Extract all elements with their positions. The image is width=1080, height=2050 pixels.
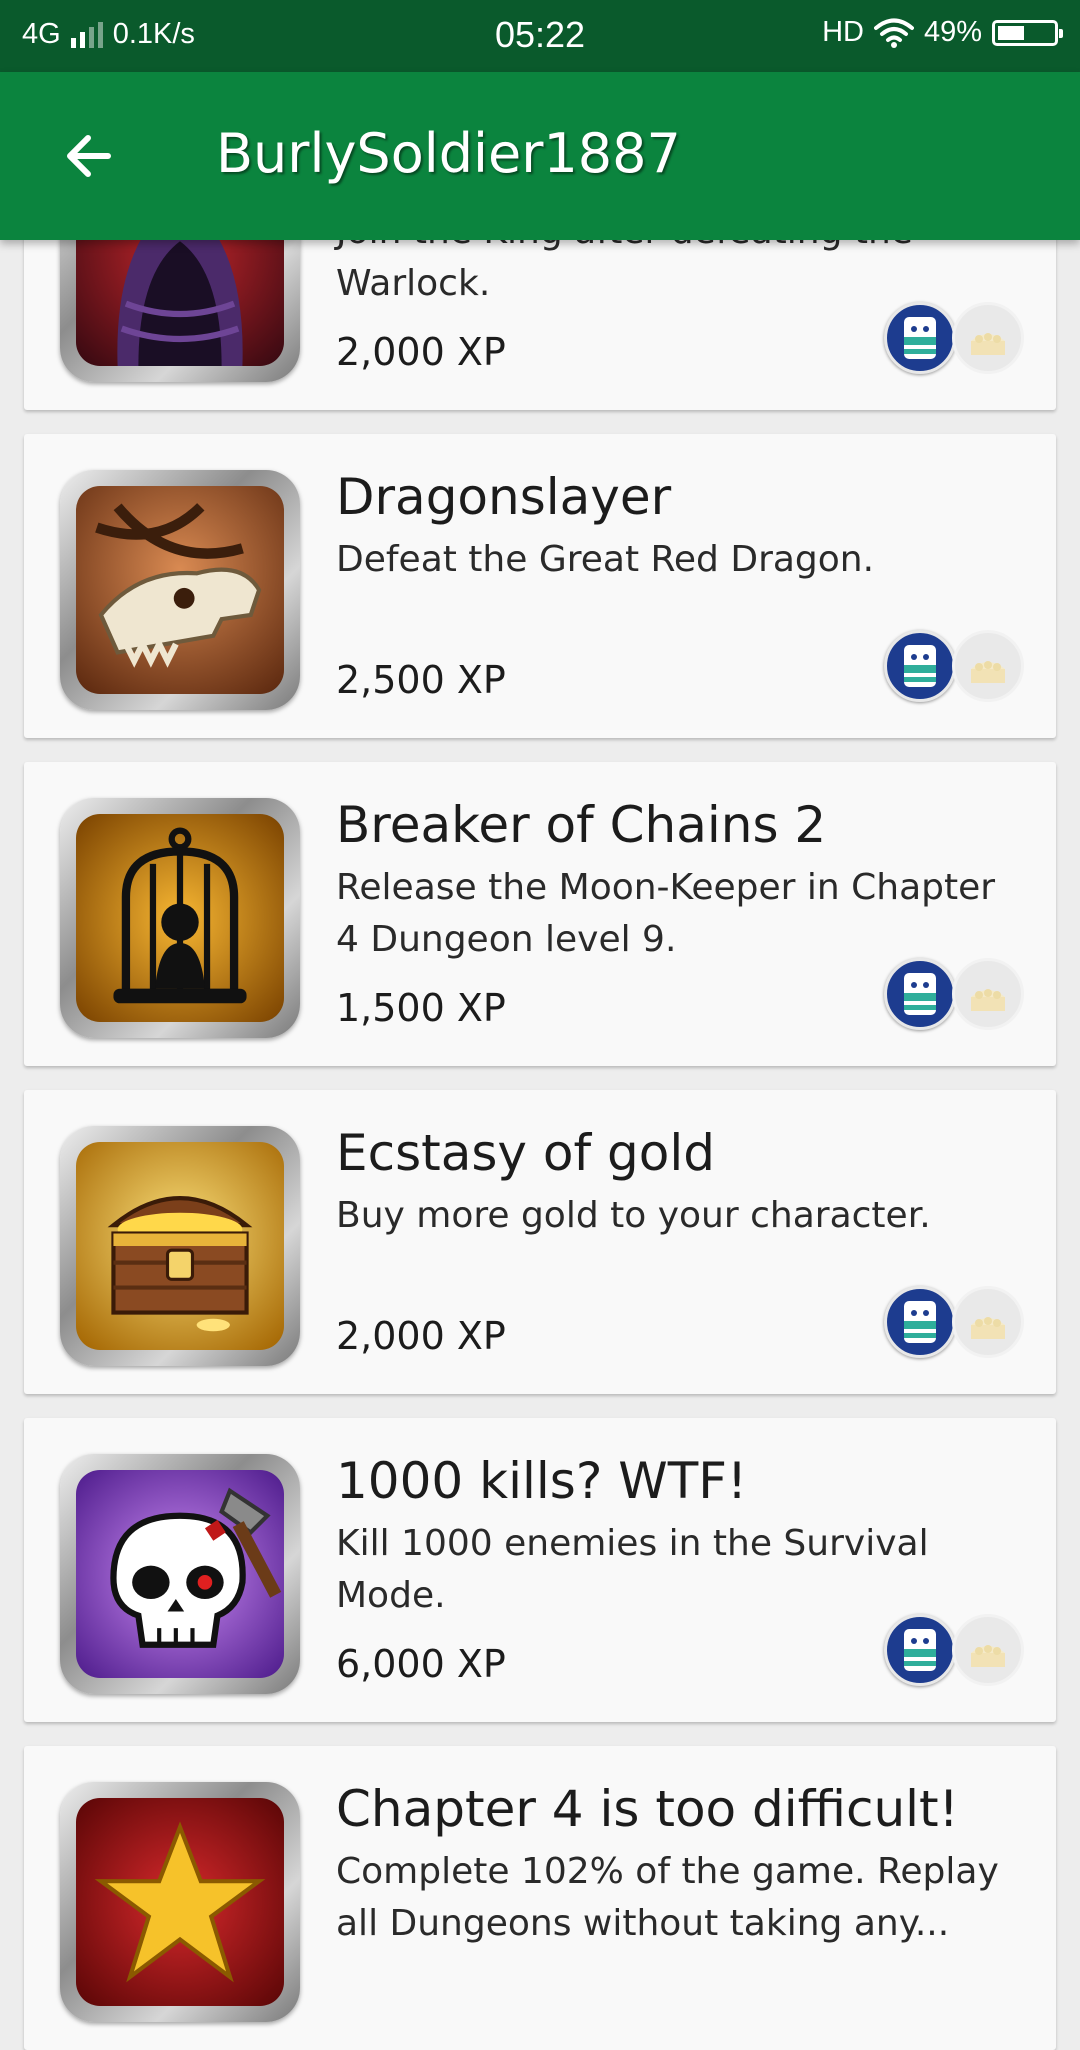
battery-icon [992, 19, 1063, 46]
achievement-card[interactable]: Breaker of Chains 2 Release the Moon-Kee… [24, 762, 1056, 1066]
achievement-xp: 2,500 XP [336, 658, 506, 702]
achievement-icon-frame [60, 1126, 300, 1366]
battery-percent: 49% [923, 16, 982, 48]
achievement-description: Buy more gold to your character. [336, 1195, 931, 1236]
achievement-title: 1000 kills? WTF! [336, 1452, 748, 1510]
achievement-title: Ecstasy of gold [336, 1124, 715, 1182]
locked-badge [952, 1614, 1024, 1686]
locked-badge [952, 958, 1024, 1030]
wifi-icon [873, 18, 914, 48]
achievement-card[interactable]: 1000 kills? WTF! Kill 1000 enemies in th… [24, 1418, 1056, 1722]
treasure-chest-icon [76, 1142, 284, 1350]
birdcage-icon [76, 814, 284, 1022]
dragon-skull-icon [76, 486, 284, 694]
battery-fill [998, 25, 1024, 40]
achievement-xp: 6,000 XP [336, 1642, 506, 1686]
player-avatar-badge [884, 630, 956, 702]
achievement-card[interactable]: Ecstasy of gold Buy more gold to your ch… [24, 1090, 1056, 1394]
arrow-back-icon [67, 135, 111, 177]
achievement-description: Complete 102% of the game. Replay all Du… [336, 1851, 999, 1944]
locked-badge [952, 302, 1024, 374]
hd-indicator: HD [822, 16, 864, 48]
achievement-description: Kill 1000 enemies in the Survival Mode. [336, 1523, 929, 1616]
status-right: HD 49% [822, 16, 1063, 49]
locked-badge [952, 1286, 1024, 1358]
player-avatar-badge [884, 958, 956, 1030]
achievement-description: Release the Moon-Keeper in Chapter 4 Dun… [336, 867, 996, 960]
achievement-description: Defeat the Great Red Dragon. [336, 539, 875, 580]
achievement-card[interactable]: Chapter 4 is too difficult! Complete 102… [24, 1746, 1056, 2050]
status-bar: 4G 0.1K/s 05:22 HD 49% [0, 0, 1080, 72]
achievement-title: Chapter 4 is too difficult! [336, 1780, 959, 1838]
app-bar: BurlySoldier1887 [0, 72, 1080, 240]
player-avatar-badge [884, 1286, 956, 1358]
page-title: BurlySoldier1887 [216, 122, 681, 185]
achievement-title: Breaker of Chains 2 [336, 796, 827, 854]
achievement-card[interactable]: Dragonslayer Defeat the Great Red Dragon… [24, 434, 1056, 738]
achievement-title: Dragonslayer [336, 468, 672, 526]
gold-star-icon [76, 1798, 284, 2006]
achievement-icon-frame [60, 1782, 300, 2022]
achievement-xp: 2,000 XP [336, 1314, 506, 1358]
achievement-icon-frame [60, 470, 300, 710]
achievement-icon-frame [60, 1454, 300, 1694]
achievement-icon-frame [60, 798, 300, 1038]
achievement-xp: 1,500 XP [336, 986, 506, 1030]
player-avatar-badge [884, 1614, 956, 1686]
back-button[interactable] [48, 116, 128, 196]
achievement-xp: 2,000 XP [336, 330, 506, 374]
skull-axe-icon [76, 1470, 284, 1678]
locked-badge [952, 630, 1024, 702]
player-avatar-badge [884, 302, 956, 374]
